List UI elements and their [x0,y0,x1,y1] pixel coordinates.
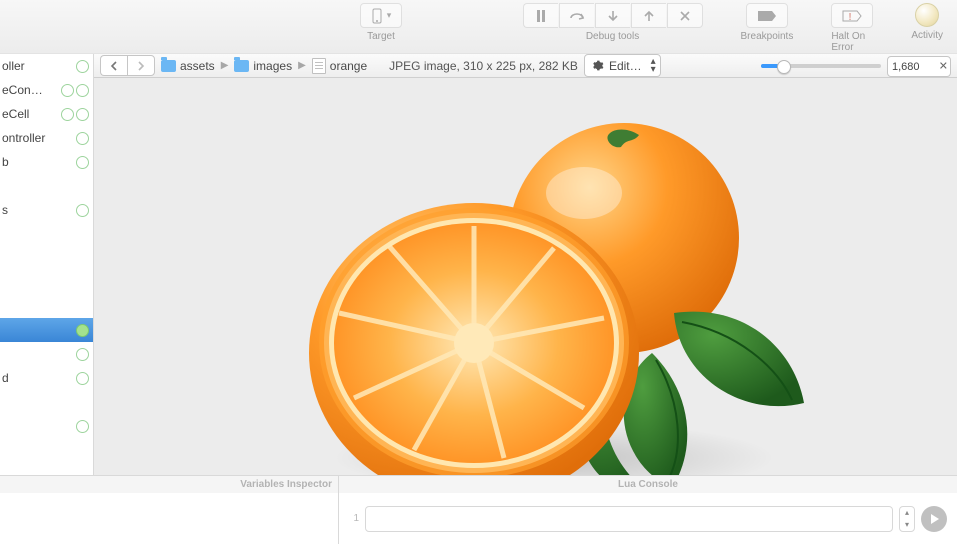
sidebar-item[interactable] [0,270,93,294]
sidebar-item[interactable]: d [0,366,93,390]
sidebar-item[interactable] [0,174,93,198]
sidebar-item-label: d [2,371,76,385]
sidebar-item[interactable] [0,318,93,342]
sidebar-item[interactable]: eCell [0,102,93,126]
console-run-button[interactable] [921,506,947,532]
status-dots [76,132,89,145]
sidebar-item[interactable] [0,342,93,366]
status-dots [76,372,89,385]
activity-caption: Activity [911,30,943,41]
halt-on-error-button[interactable]: ! [831,3,873,28]
chevron-down-icon: ▾ [900,519,914,531]
lua-console-panel: Lua Console 1 ▴ ▾ [339,476,957,544]
orange-image [254,98,814,475]
bottom-panels: Variables Inspector Lua Console 1 ▴ ▾ [0,475,957,544]
activity-group: Activity [911,3,943,41]
breadcrumb-label: orange [330,59,367,73]
breakpoints-group: Breakpoints [741,3,794,42]
breadcrumb-assets[interactable]: assets [161,59,215,73]
zoom-controls: ✕ [761,56,951,75]
breakpoints-button[interactable] [746,3,788,28]
lua-console-caption: Lua Console [339,476,957,493]
status-dots [76,348,89,361]
sidebar-item-label: b [2,155,76,169]
halt-group: ! Halt On Error [831,3,873,53]
status-dots [76,324,89,337]
edit-with-select[interactable]: Edit… ▴▾ [584,54,661,77]
sidebar-item[interactable]: s [0,198,93,222]
step-over-button[interactable] [559,3,594,28]
sidebar-item[interactable] [0,246,93,270]
folder-icon [161,60,176,72]
breadcrumb-label: assets [180,59,215,73]
image-canvas[interactable] [94,78,957,475]
sidebar-item-label: eCon… [2,83,61,97]
chevron-updown-icon: ▴▾ [651,58,656,74]
sidebar-item[interactable]: oller [0,54,93,78]
debug-tools-group: Debug tools [523,3,703,42]
console-input[interactable] [365,506,893,532]
nav-forward-button[interactable] [127,55,155,76]
zoom-clear-icon[interactable]: ✕ [939,59,948,72]
zoom-slider[interactable] [761,64,881,68]
step-into-button[interactable] [595,3,630,28]
step-out-button[interactable] [631,3,666,28]
edit-label: Edit… [609,59,642,73]
breakpoints-caption: Breakpoints [741,31,794,42]
sidebar-item[interactable]: ontroller [0,126,93,150]
breadcrumb-label: images [253,59,292,73]
svg-text:!: ! [849,12,852,23]
sidebar-item-label: s [2,203,76,217]
breadcrumb-separator-icon: ▶ [221,60,229,71]
pause-button[interactable] [523,3,558,28]
variables-inspector-panel: Variables Inspector [0,476,339,544]
folder-icon [234,60,249,72]
sidebar-item[interactable] [0,390,93,414]
breadcrumb-images[interactable]: images [234,59,292,73]
sidebar-item-label: ontroller [2,131,76,145]
sidebar-item[interactable]: eCon… [0,78,93,102]
status-dots [76,156,89,169]
status-dots [76,204,89,217]
nav-back-button[interactable] [100,55,127,76]
gear-icon [591,59,604,72]
project-sidebar: oller eCon… eCell ontroller b s d [0,54,94,475]
file-meta: JPEG image, 310 x 225 px, 282 KB [389,59,578,73]
path-bar: assets ▶ images ▶ orange JPEG image, 310… [94,54,957,78]
console-history-stepper[interactable]: ▴ ▾ [899,506,915,532]
debug-tools-caption: Debug tools [586,31,639,42]
status-dots [76,420,89,433]
status-dots [76,60,89,73]
status-dots [61,84,89,97]
sidebar-item[interactable] [0,294,93,318]
sidebar-list[interactable]: oller eCon… eCell ontroller b s d [0,54,93,438]
top-toolbar: ▾ Target Debug tools Breakpoints [0,0,957,54]
activity-indicator [915,3,939,27]
sidebar-item-label: oller [2,59,76,73]
sidebar-item[interactable]: b [0,150,93,174]
stop-button[interactable] [667,3,703,28]
image-file-icon [312,58,326,74]
target-caption: Target [367,31,395,42]
variables-inspector-caption: Variables Inspector [0,476,338,493]
chevron-up-icon: ▴ [900,507,914,519]
target-group: ▾ Target [360,3,402,42]
halt-caption: Halt On Error [831,31,873,53]
console-line-number: 1 [349,513,359,524]
zoom-slider-knob[interactable] [777,60,791,74]
breadcrumb-separator-icon: ▶ [298,60,306,71]
zoom-field: ✕ [887,56,951,75]
main-area: assets ▶ images ▶ orange JPEG image, 310… [94,54,957,475]
nav-back-forward [100,55,155,76]
sidebar-item[interactable] [0,222,93,246]
breadcrumb-orange[interactable]: orange [312,58,367,74]
sidebar-item-label: eCell [2,107,61,121]
sidebar-item[interactable] [0,414,93,438]
status-dots [61,108,89,121]
target-button[interactable]: ▾ [360,3,402,28]
